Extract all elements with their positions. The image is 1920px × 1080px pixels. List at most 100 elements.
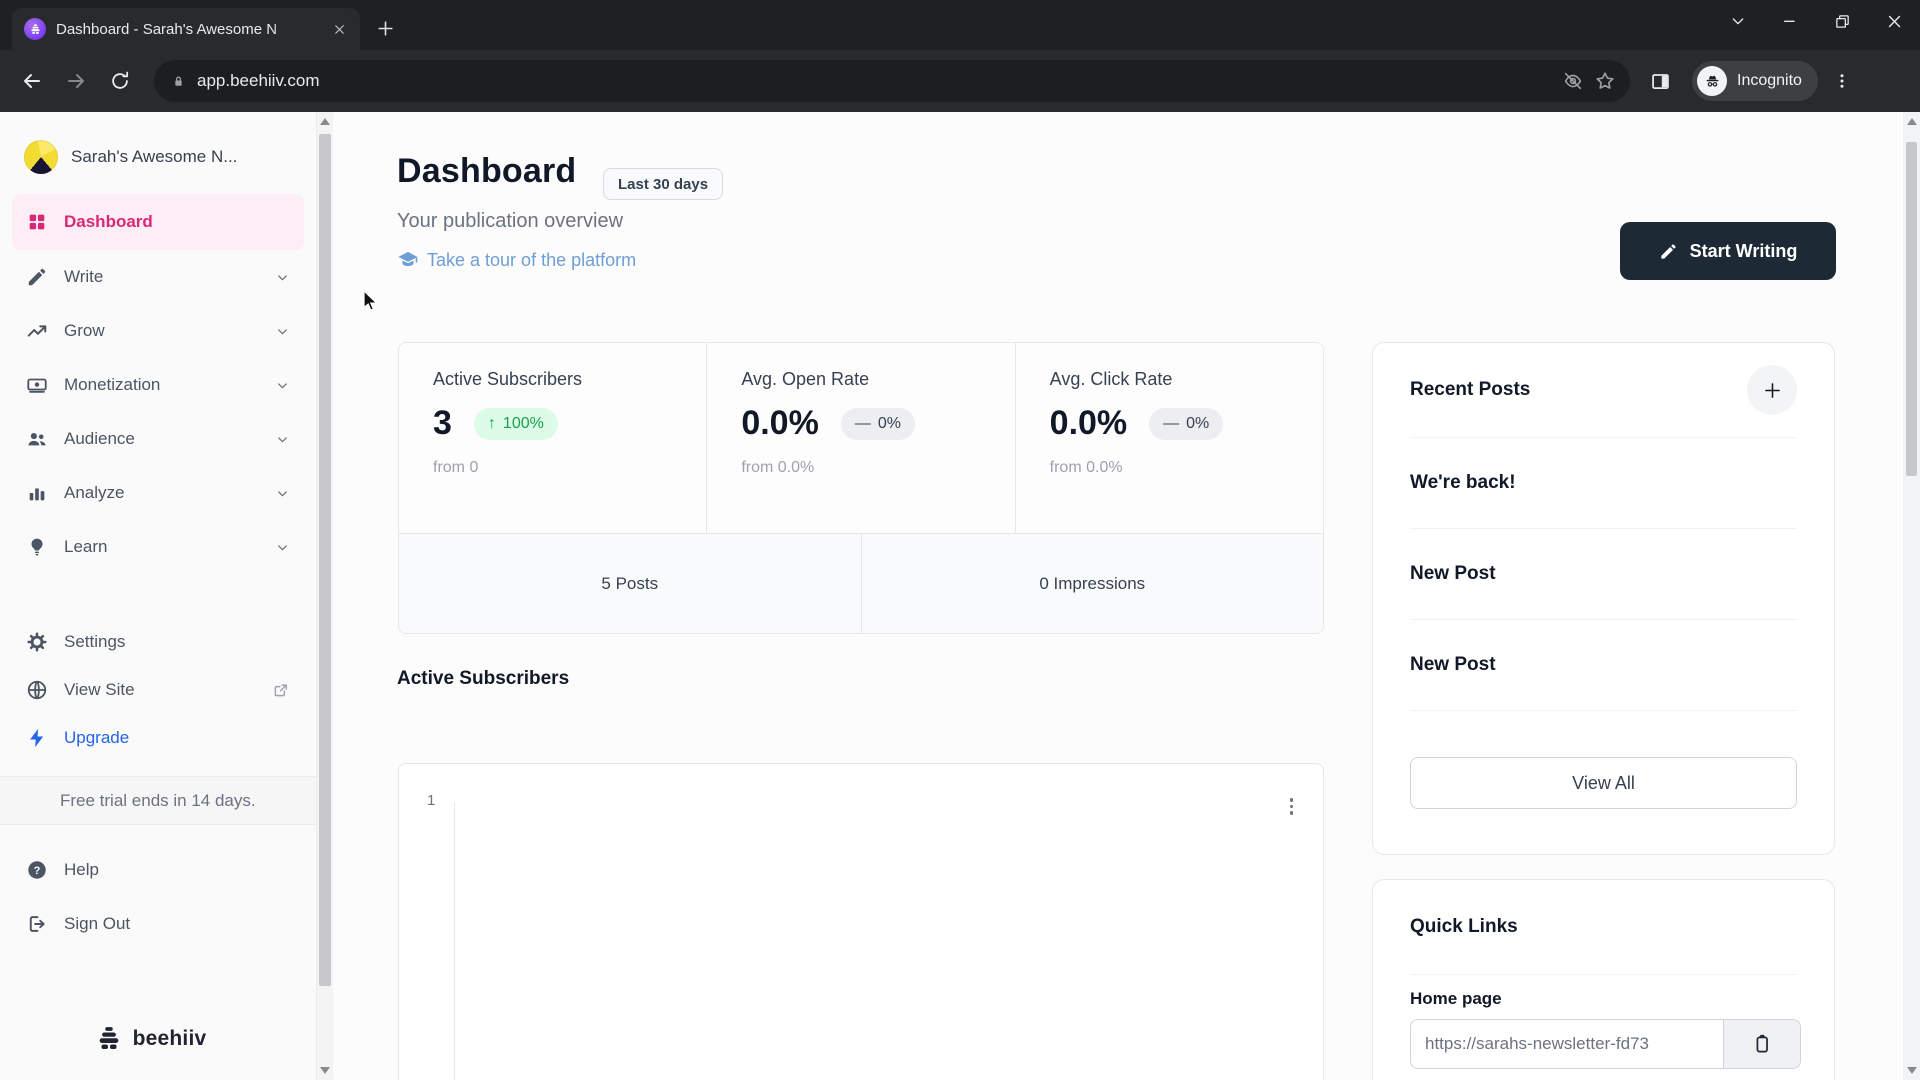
new-tab-button[interactable]	[370, 13, 400, 43]
sidebar-item-settings[interactable]: Settings	[12, 618, 304, 666]
svg-text:?: ?	[34, 865, 41, 877]
scroll-down-arrow[interactable]	[1906, 1067, 1917, 1074]
sidebar-item-label: Analyze	[64, 483, 125, 502]
trial-notice: Free trial ends in 14 days.	[0, 776, 316, 826]
post-list-item[interactable]: New Post	[1410, 529, 1797, 620]
incognito-badge: Incognito	[1692, 61, 1818, 101]
trend-badge-value: 100%	[502, 414, 544, 432]
recent-posts-card: Recent Posts We're back! New Post New Po…	[1372, 342, 1835, 855]
sidebar-item-learn[interactable]: Learn	[12, 520, 304, 574]
sidebar-item-label: View Site	[64, 680, 135, 699]
sidebar-scrollbar-thumb[interactable]	[319, 134, 331, 986]
page-scrollbar-thumb[interactable]	[1906, 142, 1917, 476]
stat-value: 0.0%	[1049, 404, 1128, 442]
sidebar-item-view-site[interactable]: View Site	[12, 666, 304, 714]
pencil-icon	[26, 266, 48, 288]
workspace-switcher[interactable]: Sarah's Awesome N...	[0, 124, 316, 190]
start-writing-label[interactable]: Start Writing	[1690, 241, 1798, 262]
lock-icon	[170, 73, 187, 90]
chevron-down-icon	[275, 486, 290, 501]
browser-menu-icon[interactable]	[1822, 61, 1862, 101]
stat-card-active-subscribers: Active Subscribers 3 ↑ 100% from 0	[399, 343, 706, 533]
post-list-item[interactable]: New Post	[1410, 620, 1797, 711]
primary-nav: Dashboard Write Grow Monetization Audien…	[12, 194, 304, 574]
sidebar-scrollbar[interactable]	[317, 112, 333, 1080]
mouse-cursor	[363, 290, 379, 311]
sidebar-item-label: Learn	[64, 537, 108, 556]
copy-url-button[interactable]	[1723, 1019, 1801, 1069]
sidebar-item-monetization[interactable]: Monetization	[12, 358, 304, 412]
sidebar-item-audience[interactable]: Audience	[12, 412, 304, 466]
sidebar-item-dashboard[interactable]: Dashboard	[12, 194, 304, 250]
restore-button[interactable]	[1816, 0, 1868, 42]
workspace-name: Sarah's Awesome N...	[71, 147, 238, 166]
scroll-up-arrow[interactable]	[320, 118, 330, 125]
sidebar-item-analyze[interactable]: Analyze	[12, 466, 304, 520]
sidebar-item-write[interactable]: Write	[12, 250, 304, 304]
stat-card-open-rate: Avg. Open Rate 0.0% — 0% from 0.0%	[706, 343, 1014, 533]
browser-toolbar: app.beehiiv.com Incognito	[0, 50, 1920, 112]
quick-links-title: Quick Links	[1410, 916, 1518, 937]
page-title: Dashboard	[397, 152, 577, 190]
sidebar-item-label: Write	[64, 267, 104, 286]
dash-icon: —	[854, 414, 871, 432]
external-link-icon	[272, 681, 290, 699]
brand-name: beehiiv	[132, 1027, 207, 1050]
date-range-chip[interactable]: Last 30 days	[603, 168, 724, 200]
users-icon	[26, 428, 48, 450]
page-scrollbar[interactable]	[1903, 112, 1920, 1080]
scroll-up-arrow[interactable]	[1906, 118, 1917, 125]
browser-tab[interactable]: Dashboard - Sarah's Awesome N	[12, 8, 360, 50]
home-page-url-field[interactable]: https://sarahs-newsletter-fd73	[1410, 1019, 1723, 1069]
sidebar-item-grow[interactable]: Grow	[12, 304, 304, 358]
url-text[interactable]: app.beehiiv.com	[197, 71, 1552, 91]
stat-card-click-rate: Avg. Click Rate 0.0% — 0% from 0.0%	[1014, 343, 1323, 533]
tour-link-label[interactable]: Take a tour of the platform	[427, 250, 636, 271]
sidebar-item-label: Sign Out	[64, 914, 131, 934]
posts-count: 5 Posts	[601, 573, 659, 593]
secondary-nav: Settings View Site Upgrade	[12, 618, 304, 762]
sidebar-item-sign-out[interactable]: Sign Out	[12, 897, 304, 951]
minimize-button[interactable]	[1764, 0, 1816, 42]
start-writing-button[interactable]: Start Writing	[1620, 222, 1836, 280]
grid-icon	[26, 211, 48, 233]
eye-off-icon[interactable]	[1562, 70, 1584, 92]
scroll-down-arrow[interactable]	[320, 1067, 330, 1074]
view-all-button[interactable]: View All	[1410, 757, 1797, 809]
forward-button[interactable]	[56, 61, 96, 101]
chart-menu-icon[interactable]	[1286, 794, 1298, 819]
trending-up-icon	[26, 320, 48, 342]
stat-label: Avg. Open Rate	[741, 369, 870, 389]
sidebar-item-upgrade[interactable]: Upgrade	[12, 714, 304, 762]
beehiiv-logo: beehiiv	[0, 1024, 300, 1054]
y-axis-line	[454, 802, 455, 1080]
pencil-icon	[1661, 243, 1676, 259]
stat-from: from 0.0%	[1049, 459, 1123, 476]
bookmark-star-icon[interactable]	[1594, 70, 1616, 92]
chart-section-title: Active Subscribers	[397, 668, 570, 689]
trend-badge: — 0%	[1149, 407, 1224, 440]
incognito-icon	[1697, 66, 1727, 96]
y-axis-tick: 1	[427, 792, 436, 809]
gear-icon	[26, 631, 48, 653]
clipboard-icon	[1756, 1034, 1768, 1053]
tab-close-icon[interactable]	[328, 18, 350, 40]
tour-link[interactable]: Take a tour of the platform	[397, 249, 636, 271]
sidebar: Sarah's Awesome N... Dashboard Write Gro…	[0, 112, 317, 1080]
tertiary-nav: ? Help Sign Out	[12, 843, 304, 951]
sidebar-item-help[interactable]: ? Help	[12, 843, 304, 897]
subscribers-chart: 1	[398, 763, 1324, 1080]
quick-links-card: Quick Links Home page https://sarahs-new…	[1372, 879, 1835, 1080]
reload-button[interactable]	[100, 61, 140, 101]
post-list-item[interactable]: We're back!	[1410, 438, 1797, 529]
stat-from: from 0	[433, 459, 479, 476]
tab-search-icon[interactable]	[1712, 0, 1764, 42]
home-page-label: Home page	[1410, 989, 1502, 1008]
add-post-button[interactable]	[1747, 365, 1797, 415]
address-bar[interactable]: app.beehiiv.com	[154, 60, 1630, 102]
recent-posts-title: Recent Posts	[1410, 379, 1531, 400]
sidebar-item-label: Help	[64, 860, 99, 880]
close-window-button[interactable]	[1868, 0, 1920, 42]
side-panel-icon[interactable]	[1640, 61, 1680, 101]
back-button[interactable]	[12, 61, 52, 101]
